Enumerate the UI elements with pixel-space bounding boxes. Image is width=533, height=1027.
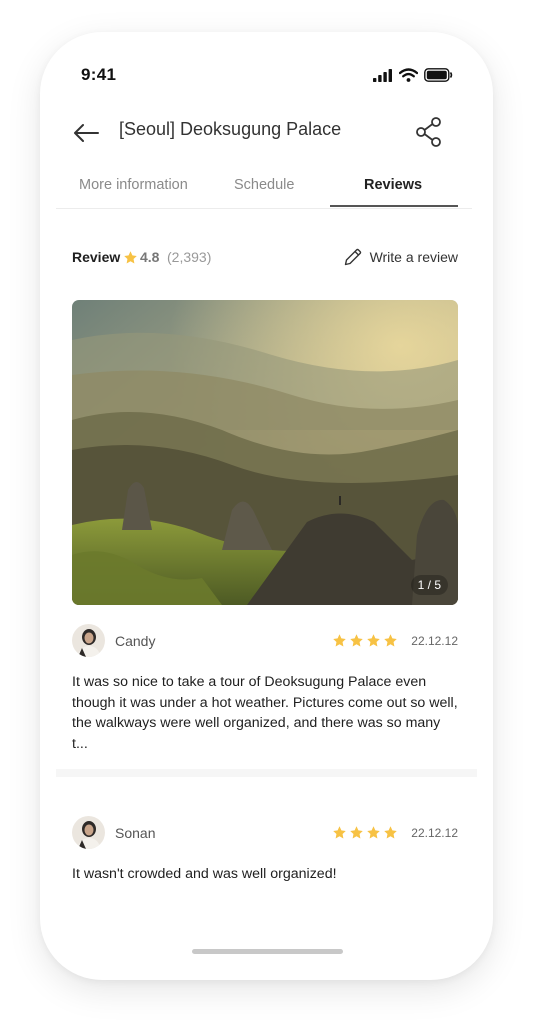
avatar[interactable] [72,624,105,657]
review-text: It was so nice to take a tour of Deoksug… [72,674,458,752]
signal-icon [373,68,392,82]
star-icon [333,826,346,839]
status-bar: 9:41 [40,32,493,112]
review-date: 22.12.12 [411,826,458,840]
phone-frame: 9:41 [Seoul] Deoksugung Palace More info… [40,32,493,980]
review-date: 22.12.12 [411,634,458,648]
review-score: 4.8 [140,249,160,265]
avatar-image [72,816,105,849]
header: [Seoul] Deoksugung Palace [40,112,493,168]
reviewer-name: Sonan [115,825,156,841]
back-arrow-icon[interactable] [70,116,102,148]
active-tab-indicator [330,205,458,207]
section-divider [56,769,477,777]
review-summary: Review 4.8 (2,393) Write a review [72,247,458,269]
status-icons [373,68,453,82]
photo-counter: 1 / 5 [410,575,448,595]
share-icon[interactable] [414,116,444,148]
tab-schedule[interactable]: Schedule [234,177,294,193]
battery-icon [424,68,453,82]
tab-reviews[interactable]: Reviews [364,177,422,193]
star-icon [367,826,380,839]
write-review-button[interactable]: Write a review [343,247,458,267]
star-icon [124,251,137,264]
star-rating [332,825,398,840]
star-icon [350,634,363,647]
mountain-landscape-image [72,300,458,605]
star-rating [332,633,398,648]
star-icon [367,634,380,647]
tab-more-information[interactable]: More information [79,177,188,193]
avatar-image [72,624,105,657]
review-item: Sonan 22.12.12 It wasn't crowded and was… [72,816,458,885]
page-title: [Seoul] Deoksugung Palace [119,119,342,139]
pencil-icon [344,248,361,266]
star-icon [384,826,397,839]
write-review-label: Write a review [369,249,458,265]
home-indicator[interactable] [192,949,343,954]
star-icon [350,826,363,839]
reviewer-row: Candy 22.12.12 [72,624,458,658]
wifi-icon [399,68,418,82]
avatar[interactable] [72,816,105,849]
reviewer-row: Sonan 22.12.12 [72,816,458,850]
review-count: (2,393) [167,249,212,265]
review-item: Candy 22.12.12 It was so nice to take a … [72,624,458,754]
review-photo[interactable]: 1 / 5 [72,300,458,605]
tab-bar: More information Schedule Reviews [56,168,472,209]
review-text: It wasn't crowded and was well organized… [72,866,337,882]
review-label: Review [72,249,121,265]
status-time: 9:41 [81,65,117,84]
star-icon [333,634,346,647]
star-icon [384,634,397,647]
reviewer-name: Candy [115,633,156,649]
